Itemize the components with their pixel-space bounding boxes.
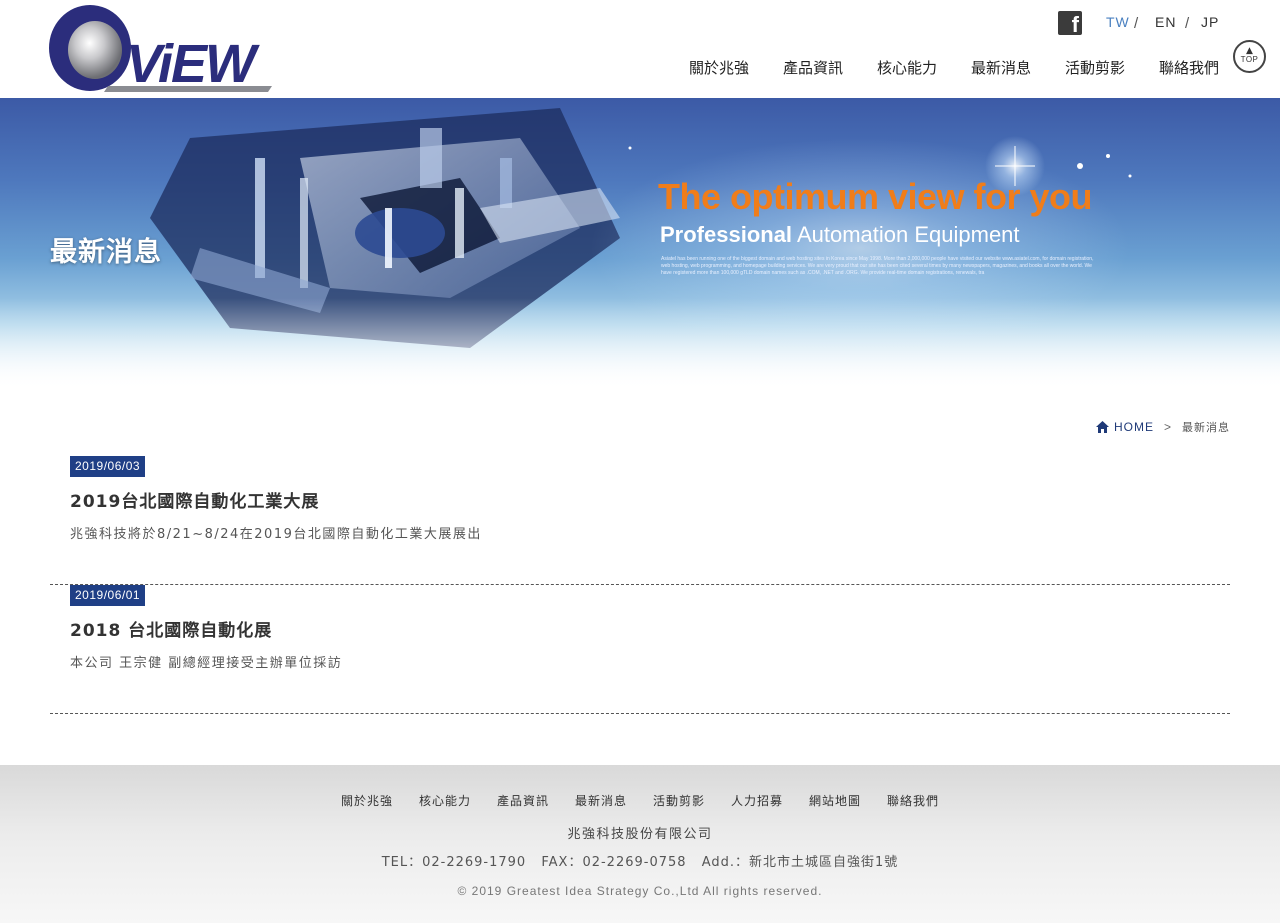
footer-tel: TEL：02-2269-1790 [381,855,527,870]
news-description: 本公司 王宗健 副總經理接受主辦單位採訪 [70,656,343,671]
facebook-icon[interactable]: f [1058,11,1082,37]
news-title[interactable]: 2018 台北國際自動化展 [70,616,272,641]
banner-small-text: Asiatel has been running one of the bigg… [661,256,1094,276]
footer-fax: FAX：02-2269-0758 [541,855,687,870]
site-header: ViEW f TW / EN / JP 關於兆強 產品資訊 核心能力 最新消息 … [0,0,1280,98]
lang-separator: / [1185,15,1190,32]
footer-link-products[interactable]: 產品資訊 [497,792,549,809]
footer-link-careers[interactable]: 人力招募 [731,792,783,809]
nav-products[interactable]: 產品資訊 [783,57,843,78]
svg-text:ViEW: ViEW [126,34,260,94]
banner-subtagline: Professional Automation Equipment [660,222,1020,247]
nav-activities[interactable]: 活動剪影 [1065,57,1125,78]
lang-jp-link[interactable]: JP [1201,14,1219,30]
footer-link-activities[interactable]: 活動剪影 [653,792,705,809]
news-date-badge: 2019/06/01 [70,585,146,606]
page-title: 最新消息 [50,237,162,268]
footer-link-contact[interactable]: 聯絡我們 [887,792,939,809]
breadcrumb-current: 最新消息 [1182,421,1230,434]
breadcrumb: HOME > 最新消息 [1095,419,1230,435]
contact-info: TEL：02-2269-1790 FAX：02-2269-0758 Add.：新… [0,851,1280,870]
top-label: TOP [1240,55,1259,64]
banner-tagline: The optimum view for you [658,176,1093,217]
nav-about[interactable]: 關於兆強 [689,57,749,78]
news-item[interactable]: 2019/06/03 2019台北國際自動化工業大展 兆強科技將於8/21~8/… [50,456,1230,585]
company-name: 兆強科技股份有限公司 [567,827,713,842]
news-item[interactable]: 2019/06/01 2018 台北國際自動化展 本公司 王宗健 副總經理接受主… [50,585,1230,714]
breadcrumb-separator: > [1163,420,1172,434]
footer-link-about[interactable]: 關於兆強 [341,792,393,809]
news-title[interactable]: 2019台北國際自動化工業大展 [70,487,319,512]
machinery-graphic [0,108,1280,390]
lang-tw-link[interactable]: TW [1106,14,1130,30]
home-icon [1095,421,1109,433]
nav-contact[interactable]: 聯絡我們 [1159,57,1219,78]
footer-nav: 關於兆強 核心能力 產品資訊 最新消息 活動剪影 人力招募 網站地圖 聯絡我們 [0,792,1280,809]
footer-link-capability[interactable]: 核心能力 [419,792,471,809]
footer-address: Add.：新北市土城區自強街1號 [701,855,899,870]
hero-banner: 最新消息 The optimum view for you Profession… [0,98,1280,390]
back-to-top-button[interactable]: ▲ TOP [1233,40,1266,73]
footer-link-sitemap[interactable]: 網站地圖 [809,792,861,809]
site-footer: 關於兆強 核心能力 產品資訊 最新消息 活動剪影 人力招募 網站地圖 聯絡我們 … [0,765,1280,923]
nav-capability[interactable]: 核心能力 [877,57,937,78]
news-date-badge: 2019/06/03 [70,456,146,477]
lang-en-link[interactable]: EN [1155,14,1176,30]
copyright: © 2019 Greatest Idea Strategy Co.,Ltd Al… [457,884,823,898]
nav-news[interactable]: 最新消息 [971,57,1031,78]
footer-link-news[interactable]: 最新消息 [575,792,627,809]
oview-logo[interactable]: ViEW [48,4,293,94]
lang-separator: / [1134,15,1139,32]
news-description: 兆強科技將於8/21~8/24在2019台北國際自動化工業大展展出 [70,527,482,542]
breadcrumb-home-link[interactable]: HOME [1095,420,1154,434]
